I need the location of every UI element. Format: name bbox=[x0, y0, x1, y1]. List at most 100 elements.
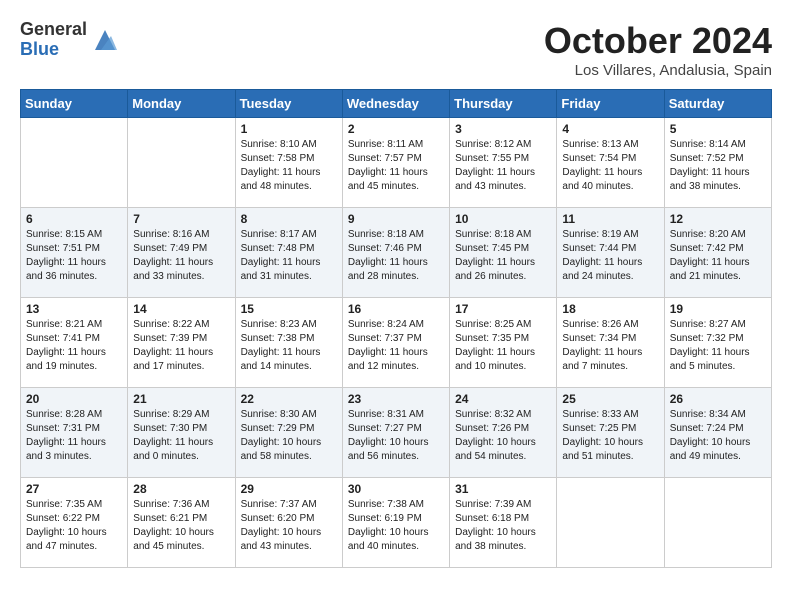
calendar-day-cell: 22Sunrise: 8:30 AM Sunset: 7:29 PM Dayli… bbox=[235, 388, 342, 478]
day-info: Sunrise: 8:12 AM Sunset: 7:55 PM Dayligh… bbox=[455, 138, 551, 194]
day-number: 30 bbox=[348, 482, 444, 496]
header-row: SundayMondayTuesdayWednesdayThursdayFrid… bbox=[21, 90, 772, 118]
day-info: Sunrise: 8:17 AM Sunset: 7:48 PM Dayligh… bbox=[241, 228, 337, 284]
month-title: October 2024 bbox=[544, 20, 772, 62]
calendar-day-cell: 24Sunrise: 8:32 AM Sunset: 7:26 PM Dayli… bbox=[450, 388, 557, 478]
day-number: 27 bbox=[26, 482, 122, 496]
day-info: Sunrise: 8:27 AM Sunset: 7:32 PM Dayligh… bbox=[670, 318, 766, 374]
calendar-day-cell: 2 Sunrise: 8:11 AM Sunset: 7:57 PM Daylig… bbox=[342, 118, 449, 208]
header-cell-saturday: Saturday bbox=[664, 90, 771, 118]
day-number: 5 bbox=[670, 122, 766, 136]
day-info: Sunrise: 7:36 AM Sunset: 6:21 PM Dayligh… bbox=[133, 498, 229, 554]
day-info: Sunrise: 8:14 AM Sunset: 7:52 PM Dayligh… bbox=[670, 138, 766, 194]
calendar-day-cell bbox=[128, 118, 235, 208]
calendar-day-cell: 9Sunrise: 8:18 AM Sunset: 7:46 PM Daylig… bbox=[342, 208, 449, 298]
calendar-day-cell: 13Sunrise: 8:21 AM Sunset: 7:41 PM Dayli… bbox=[21, 298, 128, 388]
calendar-week-row: 20 Sunrise: 8:28 AM Sunset: 7:31 PM Dayli… bbox=[21, 388, 772, 478]
calendar-header: SundayMondayTuesdayWednesdayThursdayFrid… bbox=[21, 90, 772, 118]
day-number: 22 bbox=[241, 392, 337, 406]
calendar-day-cell: 23Sunrise: 8:31 AM Sunset: 7:27 PM Dayli… bbox=[342, 388, 449, 478]
day-number: 19 bbox=[670, 302, 766, 316]
day-info: Sunrise: 8:25 AM Sunset: 7:35 PM Dayligh… bbox=[455, 318, 551, 374]
calendar-week-row: 6Sunrise: 8:15 AM Sunset: 7:51 PM Daylig… bbox=[21, 208, 772, 298]
day-number: 8 bbox=[241, 212, 337, 226]
day-info: Sunrise: 8:21 AM Sunset: 7:41 PM Dayligh… bbox=[26, 318, 122, 374]
day-number: 28 bbox=[133, 482, 229, 496]
day-info: Sunrise: 7:35 AM Sunset: 6:22 PM Dayligh… bbox=[26, 498, 122, 554]
logo-icon bbox=[91, 26, 119, 54]
day-info: Sunrise: 8:20 AM Sunset: 7:42 PM Dayligh… bbox=[670, 228, 766, 284]
day-number: 16 bbox=[348, 302, 444, 316]
calendar-day-cell: 5 Sunrise: 8:14 AM Sunset: 7:52 PM Daylig… bbox=[664, 118, 771, 208]
day-number: 4 bbox=[562, 122, 658, 136]
calendar-day-cell: 17 Sunrise: 8:25 AM Sunset: 7:35 PM Dayli… bbox=[450, 298, 557, 388]
calendar-day-cell: 19 Sunrise: 8:27 AM Sunset: 7:32 PM Dayli… bbox=[664, 298, 771, 388]
location: Los Villares, Andalusia, Spain bbox=[544, 62, 772, 79]
calendar-week-row: 27 Sunrise: 7:35 AM Sunset: 6:22 PM Dayli… bbox=[21, 478, 772, 568]
logo: General Blue bbox=[20, 20, 119, 60]
calendar-day-cell: 7 Sunrise: 8:16 AM Sunset: 7:49 PM Daylig… bbox=[128, 208, 235, 298]
day-number: 15 bbox=[241, 302, 337, 316]
calendar-day-cell bbox=[664, 478, 771, 568]
day-number: 23 bbox=[348, 392, 444, 406]
day-info: Sunrise: 8:16 AM Sunset: 7:49 PM Dayligh… bbox=[133, 228, 229, 284]
day-info: Sunrise: 8:29 AM Sunset: 7:30 PM Dayligh… bbox=[133, 408, 229, 464]
calendar-day-cell: 15 Sunrise: 8:23 AM Sunset: 7:38 PM Dayli… bbox=[235, 298, 342, 388]
day-number: 14 bbox=[133, 302, 229, 316]
day-number: 1 bbox=[241, 122, 337, 136]
calendar-day-cell: 6Sunrise: 8:15 AM Sunset: 7:51 PM Daylig… bbox=[21, 208, 128, 298]
calendar-day-cell bbox=[21, 118, 128, 208]
logo-blue-text: Blue bbox=[20, 40, 87, 60]
calendar-day-cell: 16Sunrise: 8:24 AM Sunset: 7:37 PM Dayli… bbox=[342, 298, 449, 388]
calendar-day-cell: 1 Sunrise: 8:10 AM Sunset: 7:58 PM Daylig… bbox=[235, 118, 342, 208]
day-info: Sunrise: 8:28 AM Sunset: 7:31 PM Dayligh… bbox=[26, 408, 122, 464]
day-info: Sunrise: 8:34 AM Sunset: 7:24 PM Dayligh… bbox=[670, 408, 766, 464]
day-info: Sunrise: 8:13 AM Sunset: 7:54 PM Dayligh… bbox=[562, 138, 658, 194]
calendar-body: 1 Sunrise: 8:10 AM Sunset: 7:58 PM Daylig… bbox=[21, 118, 772, 568]
calendar-day-cell: 11Sunrise: 8:19 AM Sunset: 7:44 PM Dayli… bbox=[557, 208, 664, 298]
day-info: Sunrise: 8:22 AM Sunset: 7:39 PM Dayligh… bbox=[133, 318, 229, 374]
day-number: 6 bbox=[26, 212, 122, 226]
day-number: 10 bbox=[455, 212, 551, 226]
calendar-day-cell: 12 Sunrise: 8:20 AM Sunset: 7:42 PM Dayli… bbox=[664, 208, 771, 298]
calendar-day-cell: 21Sunrise: 8:29 AM Sunset: 7:30 PM Dayli… bbox=[128, 388, 235, 478]
day-info: Sunrise: 8:23 AM Sunset: 7:38 PM Dayligh… bbox=[241, 318, 337, 374]
header-cell-monday: Monday bbox=[128, 90, 235, 118]
day-number: 26 bbox=[670, 392, 766, 406]
calendar-table: SundayMondayTuesdayWednesdayThursdayFrid… bbox=[20, 89, 772, 568]
day-number: 31 bbox=[455, 482, 551, 496]
header-cell-tuesday: Tuesday bbox=[235, 90, 342, 118]
calendar-day-cell: 4 Sunrise: 8:13 AM Sunset: 7:54 PM Daylig… bbox=[557, 118, 664, 208]
header-cell-friday: Friday bbox=[557, 90, 664, 118]
calendar-day-cell: 31 Sunrise: 7:39 AM Sunset: 6:18 PM Dayli… bbox=[450, 478, 557, 568]
day-number: 12 bbox=[670, 212, 766, 226]
day-info: Sunrise: 7:39 AM Sunset: 6:18 PM Dayligh… bbox=[455, 498, 551, 554]
calendar-day-cell: 14 Sunrise: 8:22 AM Sunset: 7:39 PM Dayli… bbox=[128, 298, 235, 388]
calendar-day-cell: 18 Sunrise: 8:26 AM Sunset: 7:34 PM Dayli… bbox=[557, 298, 664, 388]
calendar-day-cell: 27 Sunrise: 7:35 AM Sunset: 6:22 PM Dayli… bbox=[21, 478, 128, 568]
day-number: 18 bbox=[562, 302, 658, 316]
day-info: Sunrise: 8:11 AM Sunset: 7:57 PM Dayligh… bbox=[348, 138, 444, 194]
calendar-day-cell: 10Sunrise: 8:18 AM Sunset: 7:45 PM Dayli… bbox=[450, 208, 557, 298]
calendar-day-cell: 25Sunrise: 8:33 AM Sunset: 7:25 PM Dayli… bbox=[557, 388, 664, 478]
day-info: Sunrise: 8:19 AM Sunset: 7:44 PM Dayligh… bbox=[562, 228, 658, 284]
calendar-day-cell bbox=[557, 478, 664, 568]
header-cell-sunday: Sunday bbox=[21, 90, 128, 118]
day-info: Sunrise: 7:37 AM Sunset: 6:20 PM Dayligh… bbox=[241, 498, 337, 554]
day-number: 17 bbox=[455, 302, 551, 316]
calendar-week-row: 1 Sunrise: 8:10 AM Sunset: 7:58 PM Daylig… bbox=[21, 118, 772, 208]
day-number: 29 bbox=[241, 482, 337, 496]
calendar-week-row: 13Sunrise: 8:21 AM Sunset: 7:41 PM Dayli… bbox=[21, 298, 772, 388]
day-info: Sunrise: 8:10 AM Sunset: 7:58 PM Dayligh… bbox=[241, 138, 337, 194]
calendar-day-cell: 3Sunrise: 8:12 AM Sunset: 7:55 PM Daylig… bbox=[450, 118, 557, 208]
day-number: 9 bbox=[348, 212, 444, 226]
calendar-day-cell: 20 Sunrise: 8:28 AM Sunset: 7:31 PM Dayli… bbox=[21, 388, 128, 478]
day-number: 2 bbox=[348, 122, 444, 136]
day-number: 20 bbox=[26, 392, 122, 406]
header-cell-thursday: Thursday bbox=[450, 90, 557, 118]
title-block: October 2024 Los Villares, Andalusia, Sp… bbox=[544, 20, 772, 79]
calendar-day-cell: 28 Sunrise: 7:36 AM Sunset: 6:21 PM Dayli… bbox=[128, 478, 235, 568]
day-number: 7 bbox=[133, 212, 229, 226]
calendar-day-cell: 26 Sunrise: 8:34 AM Sunset: 7:24 PM Dayli… bbox=[664, 388, 771, 478]
day-info: Sunrise: 8:26 AM Sunset: 7:34 PM Dayligh… bbox=[562, 318, 658, 374]
